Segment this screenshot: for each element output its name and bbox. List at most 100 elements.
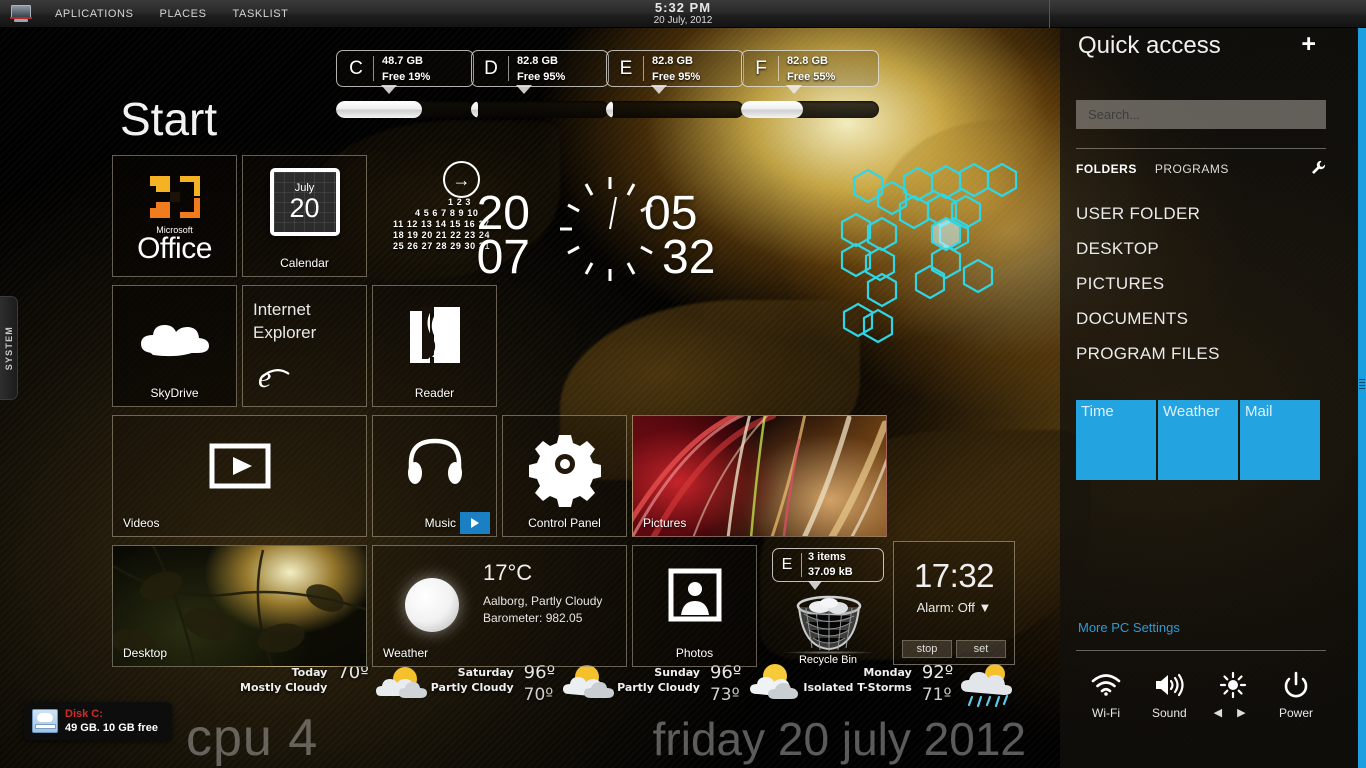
drive-usage-bar bbox=[336, 101, 474, 118]
charm-tile-time[interactable]: Time bbox=[1076, 400, 1156, 480]
plus-icon[interactable]: + bbox=[1301, 32, 1316, 57]
recycle-bin[interactable]: E 3 items 37.09 kB Recycle Bin bbox=[772, 548, 884, 670]
book-icon bbox=[408, 307, 462, 372]
drive-letter: C bbox=[339, 51, 373, 86]
forecast-condition: Partly Cloudy bbox=[617, 680, 700, 695]
folder-list: USER FOLDER DESKTOP PICTURES DOCUMENTS P… bbox=[1076, 196, 1326, 371]
more-pc-settings-link[interactable]: More PC Settings bbox=[1078, 620, 1180, 635]
disk-popup-title: Disk C: bbox=[65, 707, 158, 721]
recycle-bin-tooltip: E 3 items 37.09 kB bbox=[772, 548, 884, 582]
tile-office[interactable]: Microsoft Office bbox=[112, 155, 237, 277]
brightness-icon bbox=[1203, 668, 1263, 702]
forecast-low: 70º bbox=[524, 684, 555, 706]
moon-cloud-icon bbox=[405, 578, 459, 632]
internet-explorer-icon: e bbox=[256, 359, 292, 398]
tile-photos[interactable]: Photos bbox=[632, 545, 757, 667]
brightness-label[interactable]: ◀ ▶ bbox=[1203, 706, 1263, 719]
disk-icon bbox=[32, 709, 58, 733]
date-day: 20 bbox=[455, 192, 530, 236]
menu-tasklist[interactable]: TASKLIST bbox=[220, 0, 302, 28]
tile-pictures[interactable]: Pictures bbox=[632, 415, 887, 537]
play-screen-icon bbox=[210, 444, 270, 493]
scrollbar-grip[interactable] bbox=[1358, 372, 1366, 396]
sidebar-item-user-folder[interactable]: USER FOLDER bbox=[1076, 196, 1326, 231]
panel-divider bbox=[1049, 0, 1050, 28]
ie-label-line2: Explorer bbox=[253, 321, 316, 344]
power-icon bbox=[1266, 668, 1326, 702]
drive-letter: F bbox=[744, 51, 778, 86]
storm-cloud-icon bbox=[959, 662, 1015, 708]
sidebar-item-desktop[interactable]: DESKTOP bbox=[1076, 231, 1326, 266]
menu-places[interactable]: PLACES bbox=[147, 0, 220, 28]
tile-calendar[interactable]: July 20 Calendar bbox=[242, 155, 367, 277]
alarm-clock-widget[interactable]: 17:32 Alarm: Off ▼ stop set bbox=[893, 541, 1015, 665]
alarm-stop-button[interactable]: stop bbox=[902, 640, 952, 658]
recycle-size: 37.09 kB bbox=[808, 565, 853, 580]
wifi-button[interactable]: Wi-Fi bbox=[1076, 668, 1136, 720]
sound-button[interactable]: Sound bbox=[1139, 668, 1199, 720]
forecast-high: 92º bbox=[922, 662, 953, 684]
tile-internet-explorer[interactable]: Internet Explorer e bbox=[242, 285, 367, 407]
wrench-icon[interactable] bbox=[1311, 160, 1326, 178]
charm-tile-weather[interactable]: Weather bbox=[1158, 400, 1238, 480]
charm-tile-mail[interactable]: Mail bbox=[1240, 400, 1320, 480]
forecast-condition: Isolated T-Storms bbox=[803, 680, 911, 695]
tile-label: Music bbox=[425, 516, 456, 530]
alarm-set-button[interactable]: set bbox=[956, 640, 1006, 658]
tile-skydrive[interactable]: SkyDrive bbox=[112, 285, 237, 407]
forecast-low: 73º bbox=[710, 684, 741, 706]
tile-label: Videos bbox=[123, 516, 159, 530]
sound-label: Sound bbox=[1139, 706, 1199, 720]
power-button[interactable]: Power bbox=[1266, 668, 1326, 720]
drive-free: Free 19% bbox=[382, 69, 430, 85]
tile-music[interactable]: Music bbox=[372, 415, 497, 537]
alarm-status: Alarm: Off bbox=[917, 600, 975, 615]
sidebar-item-documents[interactable]: DOCUMENTS bbox=[1076, 301, 1326, 336]
drive-usage-bar bbox=[471, 101, 609, 118]
drive-free: Free 55% bbox=[787, 69, 835, 85]
tab-programs[interactable]: PROGRAMS bbox=[1155, 162, 1229, 176]
recycle-items: 3 items bbox=[808, 550, 853, 565]
calendar-day: 20 bbox=[289, 194, 319, 222]
tile-videos[interactable]: Videos bbox=[112, 415, 367, 537]
sidebar-item-program-files[interactable]: PROGRAM FILES bbox=[1076, 336, 1326, 371]
forecast-day: Sunday bbox=[617, 665, 700, 680]
recycle-bin-label: Recycle Bin bbox=[772, 654, 884, 666]
weather-barometer: Barometer: 982.05 bbox=[483, 611, 582, 625]
bubble-tail bbox=[808, 581, 822, 590]
arrow-right-circle-icon[interactable]: → bbox=[443, 161, 480, 198]
headphones-icon bbox=[406, 435, 464, 492]
alarm-time: 17:32 bbox=[894, 557, 1014, 595]
forecast-item: Saturday Partly Cloudy 96º 70º bbox=[431, 662, 617, 708]
drive-gauge-d[interactable]: D 82.8 GB Free 95% bbox=[471, 50, 609, 118]
tile-reader[interactable]: Reader bbox=[372, 285, 497, 407]
search-input[interactable] bbox=[1076, 100, 1326, 129]
drive-usage-bar bbox=[606, 101, 744, 118]
disk-info-popup[interactable]: Disk C: 49 GB. 10 GB free bbox=[24, 702, 172, 740]
wifi-label: Wi-Fi bbox=[1076, 706, 1136, 720]
sidebar-item-pictures[interactable]: PICTURES bbox=[1076, 266, 1326, 301]
clock-minutes: 32 bbox=[644, 236, 754, 280]
tile-label: Pictures bbox=[643, 516, 686, 530]
panel-title: Quick access bbox=[1078, 32, 1221, 60]
play-icon[interactable] bbox=[460, 512, 490, 534]
tile-weather[interactable]: 17°C Aalborg, Partly Cloudy Barometer: 9… bbox=[372, 545, 627, 667]
monitor-icon[interactable] bbox=[0, 5, 42, 23]
system-tab[interactable]: SYSTEM bbox=[0, 296, 18, 400]
top-panel[interactable]: APLICATIONS PLACES TASKLIST 5:32 PM 20 J… bbox=[0, 0, 1366, 28]
tab-folders[interactable]: FOLDERS bbox=[1076, 162, 1137, 176]
brightness-button[interactable]: ◀ ▶ bbox=[1203, 668, 1263, 720]
drive-gauge-f[interactable]: F 82.8 GB Free 55% bbox=[741, 50, 879, 118]
chevron-down-icon[interactable]: ▼ bbox=[979, 600, 992, 615]
tile-control-panel[interactable]: Control Panel bbox=[502, 415, 627, 537]
date-widget: 20 07 bbox=[455, 192, 530, 280]
drive-gauge-c[interactable]: C 48.7 GB Free 19% bbox=[336, 50, 474, 118]
desktop-date-text: friday 20 july 2012 bbox=[653, 712, 1026, 766]
drive-free: Free 95% bbox=[652, 69, 700, 85]
tile-label: Desktop bbox=[123, 646, 167, 660]
drive-gauge-e[interactable]: E 82.8 GB Free 95% bbox=[606, 50, 744, 118]
tile-label: Control Panel bbox=[503, 516, 626, 530]
date-month: 07 bbox=[455, 236, 530, 280]
menu-applications[interactable]: APLICATIONS bbox=[42, 0, 147, 28]
tile-desktop[interactable]: Desktop bbox=[112, 545, 367, 667]
